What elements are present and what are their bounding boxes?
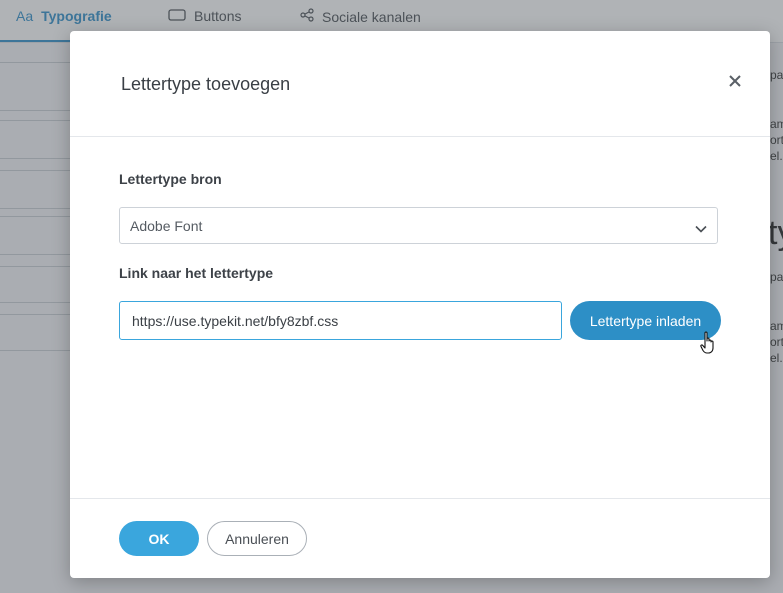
ok-button[interactable]: OK [119,521,199,556]
dialog-footer: OK Annuleren [70,498,770,579]
close-icon [729,74,741,92]
font-source-value: Adobe Font [130,217,203,234]
load-font-button[interactable]: Lettertype inladen [570,301,721,340]
add-font-dialog: Lettertype toevoegen Lettertype bron Ado… [70,31,770,578]
hand-cursor-icon [700,331,716,360]
font-link-input[interactable] [119,301,562,340]
chevron-down-icon [695,220,707,236]
dialog-header: Lettertype toevoegen [70,31,770,137]
font-source-select[interactable]: Adobe Font [119,207,718,244]
font-source-label: Lettertype bron [119,171,222,187]
dialog-title: Lettertype toevoegen [121,74,291,94]
font-link-label: Link naar het lettertype [119,265,274,281]
cancel-button[interactable]: Annuleren [207,521,307,556]
close-button[interactable] [724,72,746,94]
